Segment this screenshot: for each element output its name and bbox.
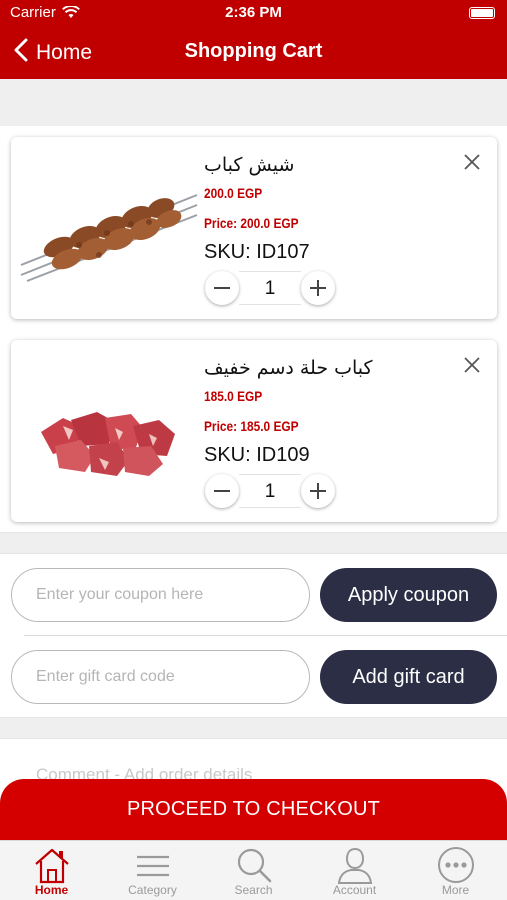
tab-account[interactable]: Account xyxy=(304,843,405,899)
section-divider xyxy=(0,532,507,554)
back-label: Home xyxy=(36,40,93,64)
quantity-stepper: 1 xyxy=(205,474,335,508)
apply-coupon-button[interactable]: Apply coupon xyxy=(320,568,497,622)
tab-label: More xyxy=(441,883,470,897)
search-icon xyxy=(237,848,271,883)
cart-content: شيش كباب 200.0 EGP Price: 200.0 EGP SKU:… xyxy=(0,79,507,839)
plus-icon xyxy=(310,280,326,296)
tab-search[interactable]: Search xyxy=(203,843,304,899)
product-sku: SKU: ID109 xyxy=(204,444,310,466)
add-gift-card-button[interactable]: Add gift card xyxy=(320,650,497,704)
person-icon xyxy=(337,847,372,884)
increase-quantity-button[interactable] xyxy=(301,474,335,508)
product-name: شيش كباب xyxy=(204,154,295,176)
coupon-input[interactable] xyxy=(11,568,310,622)
tab-label: Home xyxy=(34,883,69,897)
minus-icon xyxy=(214,490,230,492)
remove-item-button[interactable] xyxy=(461,151,483,173)
quantity-value: 1 xyxy=(239,474,301,508)
status-bar: Carrier 2:36 PM xyxy=(0,4,507,24)
tab-more[interactable]: More xyxy=(405,843,506,899)
gift-card-row: Add gift card xyxy=(0,648,507,706)
increase-quantity-button[interactable] xyxy=(301,271,335,305)
remove-item-button[interactable] xyxy=(461,354,483,376)
tab-label: Category xyxy=(128,883,177,897)
chevron-left-icon xyxy=(14,38,28,67)
tab-label: Account xyxy=(332,883,377,897)
tab-home[interactable]: Home xyxy=(1,843,102,899)
tab-category[interactable]: Category xyxy=(102,843,203,899)
tab-label: Search xyxy=(234,883,273,897)
decrease-quantity-button[interactable] xyxy=(205,271,239,305)
raw-meat-cubes-image xyxy=(19,370,199,490)
product-price-line: Price: 200.0 EGP xyxy=(204,215,299,231)
back-button[interactable]: Home xyxy=(14,38,92,67)
quantity-value: 1 xyxy=(239,271,301,305)
home-icon xyxy=(34,848,69,884)
cart-item-card: شيش كباب 200.0 EGP Price: 200.0 EGP SKU:… xyxy=(11,137,497,319)
plus-icon xyxy=(310,483,326,499)
product-name: كباب حلة دسم خفيف xyxy=(204,357,373,379)
minus-icon xyxy=(214,287,230,289)
nav-bar: Home Shopping Cart xyxy=(0,34,507,70)
close-icon xyxy=(464,154,480,170)
coupon-row: Apply coupon xyxy=(0,566,507,624)
product-sku: SKU: ID107 xyxy=(204,241,310,263)
product-price: 200.0 EGP xyxy=(204,185,263,201)
list-icon xyxy=(136,855,169,877)
cart-item-card: كباب حلة دسم خفيف 185.0 EGP Price: 185.0… xyxy=(11,340,497,522)
product-price: 185.0 EGP xyxy=(204,388,263,404)
top-bar: Carrier 2:36 PM Home Shopping Cart xyxy=(0,0,507,79)
battery-icon xyxy=(469,7,495,19)
shish-kebab-image xyxy=(19,167,199,287)
divider xyxy=(24,635,507,636)
more-icon xyxy=(437,847,474,883)
close-icon xyxy=(464,357,480,373)
spacer xyxy=(0,79,507,126)
tab-bar: Home Category Search Account More xyxy=(0,840,507,900)
section-divider xyxy=(0,717,507,739)
product-price-line: Price: 185.0 EGP xyxy=(204,418,299,434)
gift-card-input[interactable] xyxy=(11,650,310,704)
quantity-stepper: 1 xyxy=(205,271,335,305)
decrease-quantity-button[interactable] xyxy=(205,474,239,508)
proceed-to-checkout-button[interactable]: PROCEED TO CHECKOUT xyxy=(0,779,507,840)
clock: 2:36 PM xyxy=(225,4,282,21)
